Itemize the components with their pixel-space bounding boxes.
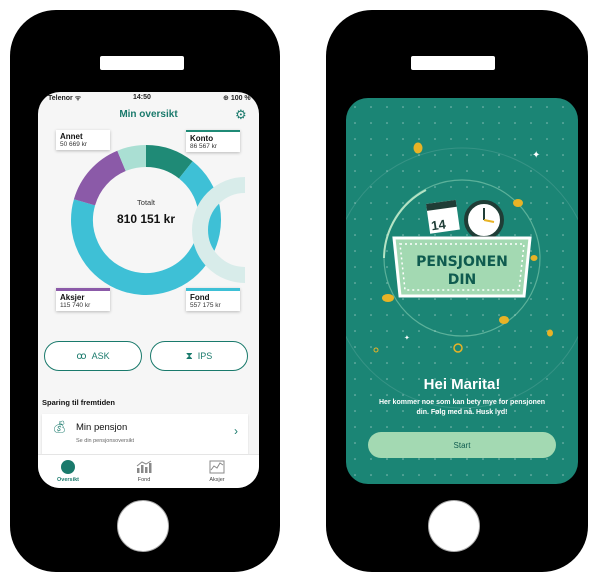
ask-button[interactable]: ꝏ ASK [44, 341, 142, 371]
status-battery: ⊕ 100 % [223, 95, 251, 102]
donut-segment-konto[interactable] [145, 145, 193, 179]
left-phone-screen: Telenor ᯤ 14:50 ⊕ 100 % Min oversikt ⚙ T… [38, 92, 259, 488]
right-phone-screen: ✦ ✦ 14 PENSJONEN DIN Hei Marita! Her kom… [346, 98, 578, 484]
fund-chart-icon[interactable] [136, 460, 152, 474]
card-fond-label: Fond [190, 293, 210, 302]
total-label: Totalt [137, 198, 155, 207]
ask-button-label: ASK [91, 351, 110, 361]
chevron-right-icon: › [234, 424, 238, 438]
left-phone-home-button[interactable] [117, 500, 169, 552]
card-annet[interactable]: Annet 50 669 kr [56, 130, 110, 150]
card-fond-value: 557 175 kr [190, 302, 221, 309]
section-title: Sparing til fremtiden [42, 398, 115, 407]
tab-bar: Oversikt Fond Aksjer [38, 454, 259, 488]
settings-gear-icon[interactable]: ⚙ [235, 107, 247, 123]
ips-button-label: IPS [197, 351, 213, 361]
tab-fond[interactable]: Fond [124, 477, 164, 483]
hourglass-icon: ⧗ [185, 350, 193, 362]
donut-segment-annet[interactable] [117, 145, 147, 172]
card-annet-label: Annet [60, 132, 83, 141]
greeting-heading: Hei Marita! [423, 376, 501, 393]
card-aksjer-label: Aksjer [60, 293, 85, 302]
pension-row-subtitle: Se din pensjonsoversikt [76, 438, 135, 444]
intro-illustration: ✦ ✦ 14 PENSJONEN DIN [346, 142, 578, 409]
svg-text:✦: ✦ [532, 150, 540, 161]
ask-icon: ꝏ [76, 350, 87, 362]
total-value: 810 151 kr [116, 212, 176, 226]
money-bag-icon: 💰︎ [52, 420, 68, 434]
pension-row-title: Min pensjon [76, 422, 128, 433]
svg-text:PENSJONEN: PENSJONEN [416, 254, 508, 270]
tab-oversikt[interactable]: Oversikt [48, 477, 88, 483]
page-title: Min oversikt [119, 109, 178, 120]
start-button[interactable]: Start [368, 432, 556, 458]
card-fond[interactable]: Fond 557 175 kr [186, 288, 240, 311]
donut-segment-aksjer[interactable] [73, 150, 127, 206]
right-phone-speaker [411, 56, 495, 70]
svg-text:✦: ✦ [404, 334, 410, 342]
pension-row[interactable]: 💰︎ Min pensjon Se din pensjonsoversikt › [42, 414, 248, 454]
card-aksjer[interactable]: Aksjer 115 740 kr [56, 288, 110, 311]
stocks-chart-icon[interactable] [209, 460, 225, 474]
card-aksjer-value: 115 740 kr [60, 302, 91, 309]
status-time: 14:50 [133, 94, 151, 101]
card-konto[interactable]: Konto 86 567 kr [186, 130, 240, 152]
intro-message: Her kommer noe som kan bety mye for pens… [378, 399, 546, 416]
right-phone-home-button[interactable] [428, 500, 480, 552]
status-carrier: Telenor ᯤ [48, 95, 82, 102]
card-konto-label: Konto [190, 134, 214, 143]
left-phone-speaker [100, 56, 184, 70]
tab-aksjer[interactable]: Aksjer [197, 477, 237, 483]
next-chart-peek [192, 177, 246, 283]
svg-text:14: 14 [430, 216, 447, 233]
overview-icon[interactable] [61, 460, 75, 474]
card-konto-value: 86 567 kr [190, 143, 218, 150]
card-annet-value: 50 669 kr [60, 141, 88, 148]
svg-text:DIN: DIN [448, 272, 477, 288]
ips-button[interactable]: ⧗ IPS [150, 341, 248, 371]
